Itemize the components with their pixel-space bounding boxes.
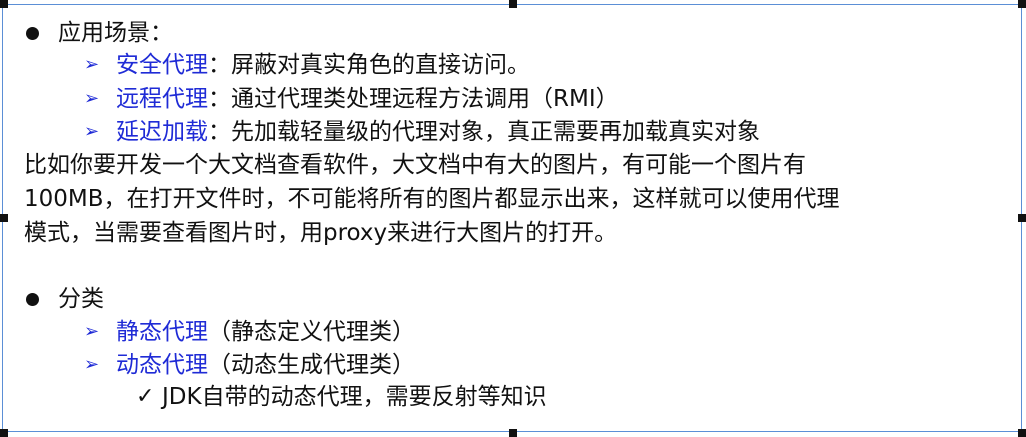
resize-handle-bottom-right[interactable] [1018,429,1026,437]
resize-handle-top-middle[interactable] [509,0,517,8]
arrow-icon: ➢ [84,121,100,142]
resize-handle-middle-left[interactable] [0,214,8,222]
item-desc: （静态定义代理类） [208,319,415,345]
section2-item-1: 静态代理（静态定义代理类） [116,317,415,347]
resize-handle-bottom-middle[interactable] [509,429,517,437]
item-term: 静态代理 [116,319,208,345]
arrow-icon: ➢ [84,54,100,75]
item-desc: ：先加载轻量级的代理对象，真正需要再加载真实对象 [208,119,760,145]
section2-heading: 分类 [58,286,104,312]
bullet-icon [26,293,39,306]
section1-item-3: 延迟加载：先加载轻量级的代理对象，真正需要再加载真实对象 [116,117,760,147]
resize-handle-middle-right[interactable] [1018,214,1026,222]
arrow-icon: ➢ [84,321,100,342]
item-term: 远程代理 [116,86,208,112]
item-term: 延迟加载 [116,119,208,145]
bullet-icon [26,27,39,40]
check-icon: ✓ [136,384,155,409]
section1-item-1: 安全代理：屏蔽对真实角色的直接访问。 [116,50,530,80]
section2-subitem: JDK自带的动态代理，需要反射等知识 [162,384,547,410]
item-desc: ：通过代理类处理远程方法调用（RMI） [208,86,619,112]
item-desc: （动态生成代理类） [208,352,415,378]
resize-handle-bottom-left[interactable] [0,429,8,437]
resize-handle-top-right[interactable] [1018,0,1026,8]
item-desc: ：屏蔽对真实角色的直接访问。 [208,52,530,78]
paragraph-line-1: 比如你要开发一个大文档查看软件，大文档中有大的图片，有可能一个图片有 [24,152,806,178]
paragraph-line-3: 模式，当需要查看图片时，用proxy来进行大图片的打开。 [24,220,618,246]
item-term: 动态代理 [116,352,208,378]
section1-heading: 应用场景： [58,20,173,46]
arrow-icon: ➢ [84,354,100,375]
section2-item-2: 动态代理（动态生成代理类） [116,350,415,380]
item-term: 安全代理 [116,52,208,78]
resize-handle-top-left[interactable] [0,0,8,8]
arrow-icon: ➢ [84,88,100,109]
section1-item-2: 远程代理：通过代理类处理远程方法调用（RMI） [116,84,619,114]
paragraph-line-2: 100MB，在打开文件时，不可能将所有的图片都显示出来，这样就可以使用代理 [24,186,840,212]
